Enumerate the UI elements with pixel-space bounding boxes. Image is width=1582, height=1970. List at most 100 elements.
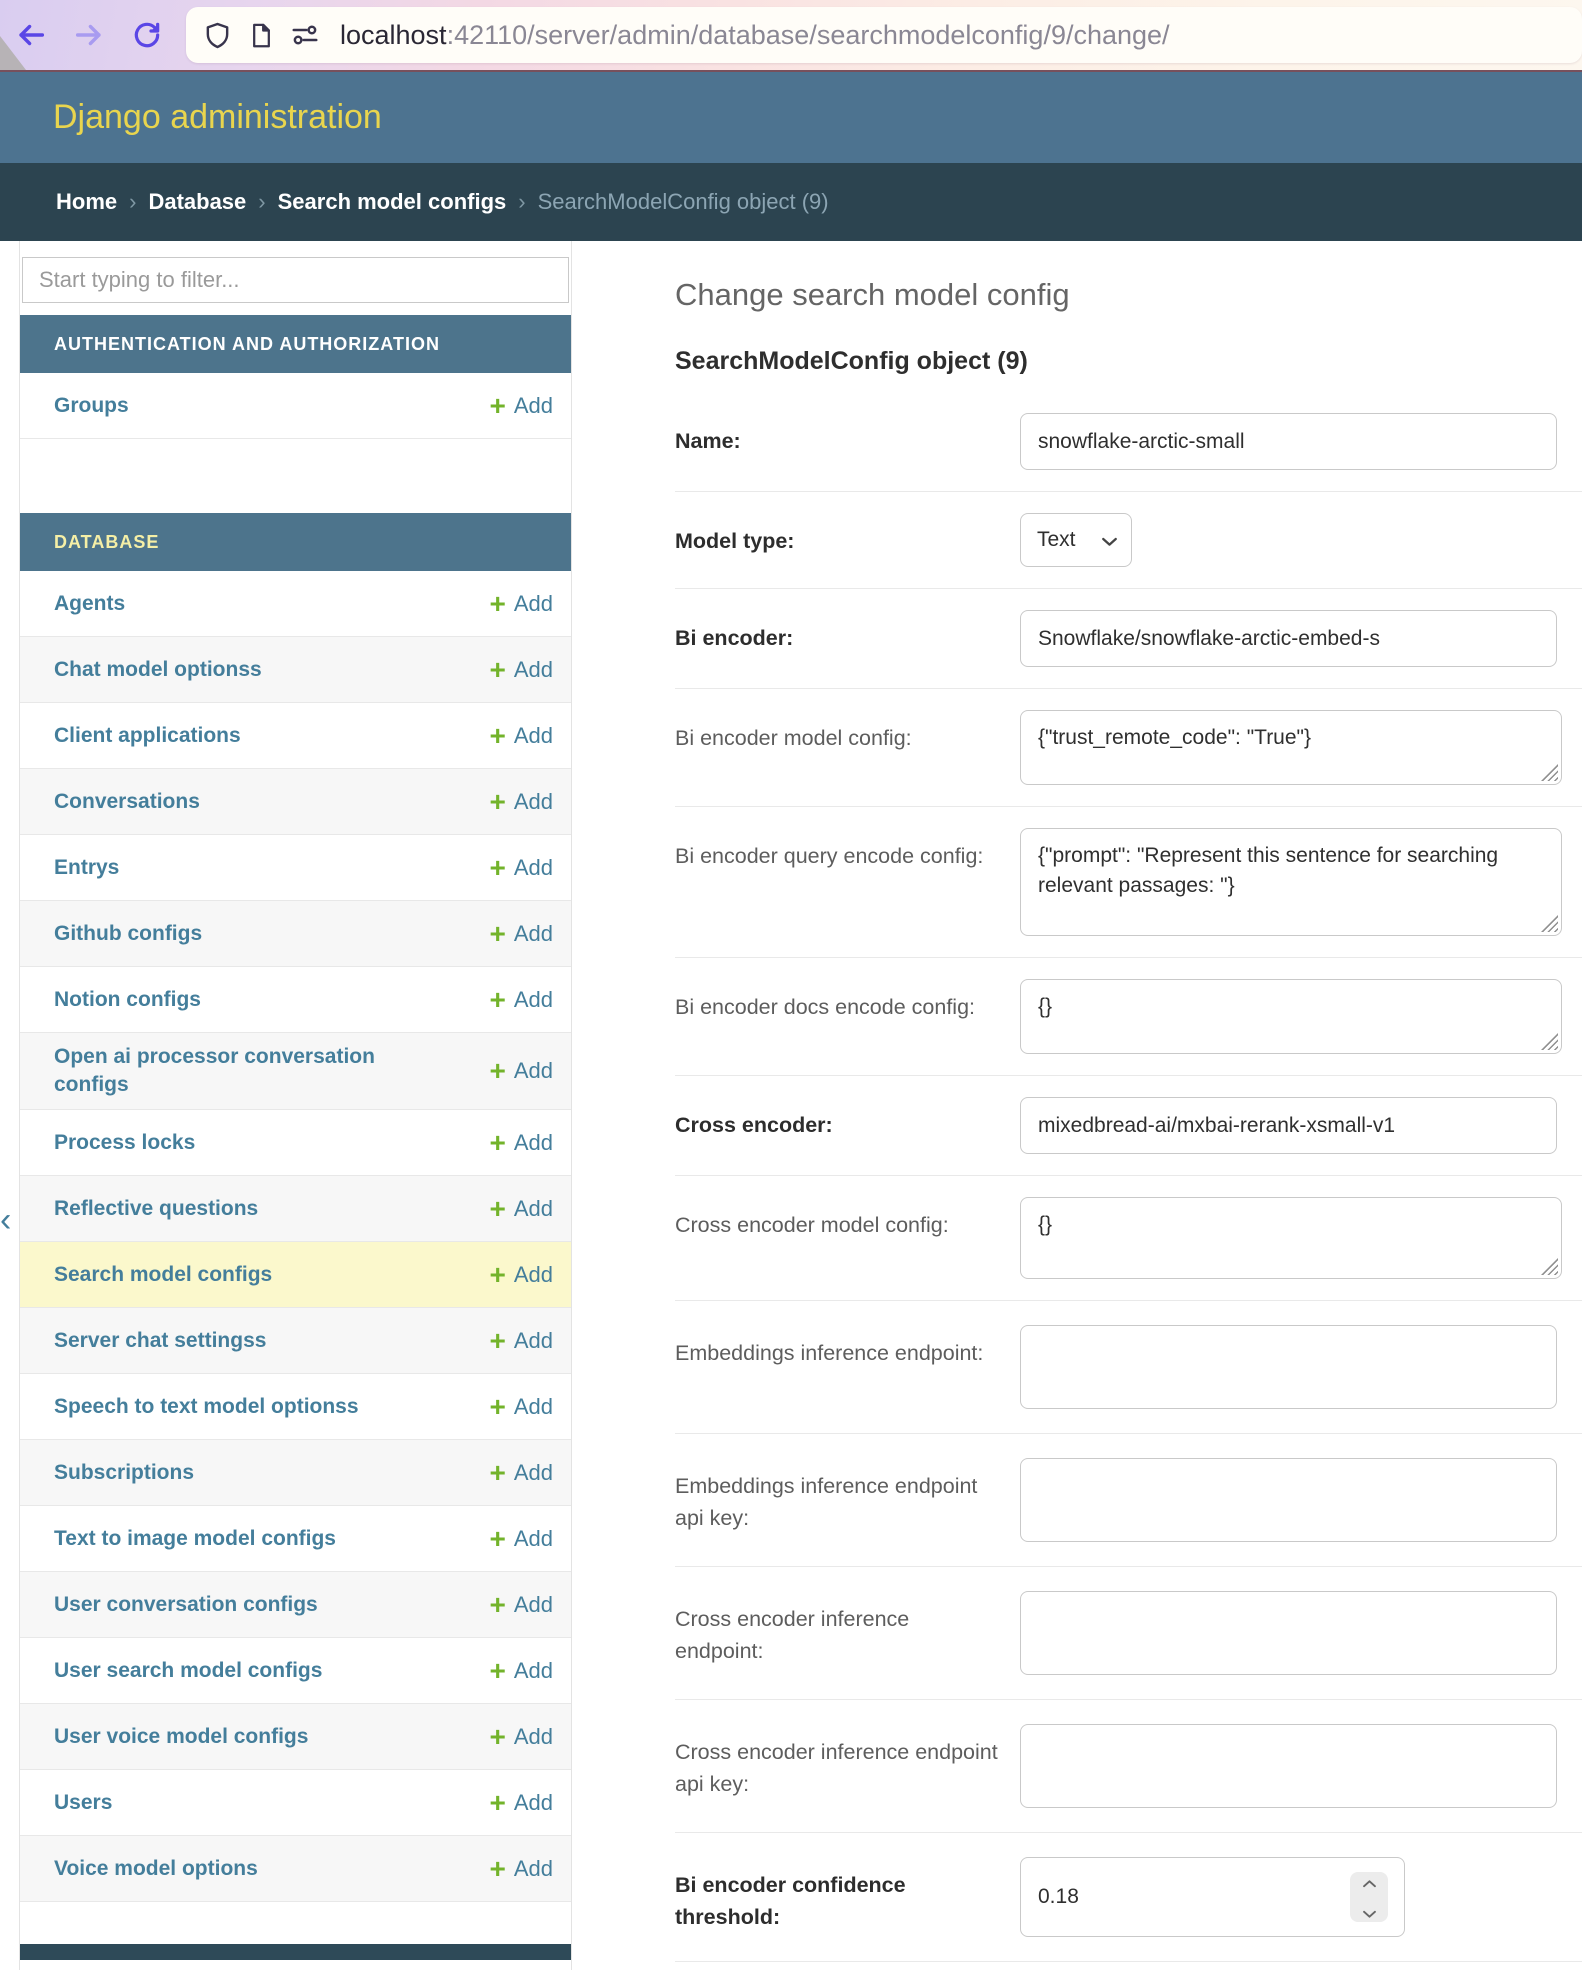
add-link-entrys[interactable]: +Add	[489, 855, 553, 881]
resize-grip-icon[interactable]	[1541, 1033, 1558, 1050]
add-label: Add	[514, 789, 553, 815]
add-link-users[interactable]: +Add	[489, 1790, 553, 1816]
cross-encoder-input[interactable]: mixedbread-ai/mxbai-rerank-xsmall-v1	[1020, 1097, 1557, 1154]
sidebar-filter-input[interactable]	[22, 257, 569, 303]
site-header: Django administration	[0, 72, 1582, 163]
plus-icon: +	[489, 1595, 505, 1615]
sidebar-collapse-toggle[interactable]: ‹	[0, 1203, 20, 1237]
add-link-chat-model-optionss[interactable]: +Add	[489, 657, 553, 683]
permissions-icon[interactable]	[290, 20, 320, 50]
sidebar-item-github-configs[interactable]: Github configs	[54, 920, 202, 948]
sidebar-item-chat-model-optionss[interactable]: Chat model optionss	[54, 656, 262, 684]
sidebar-empty-row	[20, 439, 571, 501]
breadcrumb-separator: ›	[518, 189, 525, 215]
breadcrumb-link-1[interactable]: Database	[148, 189, 246, 215]
add-label: Add	[514, 1526, 553, 1552]
embeddings-inference-endpoint-api-key-input[interactable]	[1020, 1458, 1557, 1542]
forward-button[interactable]	[72, 18, 106, 52]
field-label-bi-encoder-confidence-threshold: Bi encoder confidence threshold:	[675, 1857, 1020, 1933]
sidebar-item-search-model-configs[interactable]: Search model configs	[54, 1261, 272, 1289]
add-label: Add	[514, 1592, 553, 1618]
resize-grip-icon[interactable]	[1541, 1258, 1558, 1275]
sidebar-item-voice-model-options[interactable]: Voice model options	[54, 1855, 258, 1883]
site-brand[interactable]: Django administration	[0, 98, 382, 137]
plus-icon: +	[489, 594, 505, 614]
reload-button[interactable]	[130, 18, 164, 52]
sidebar-item-text-to-image-model-configs[interactable]: Text to image model configs	[54, 1525, 336, 1553]
add-link-server-chat-settingss[interactable]: +Add	[489, 1328, 553, 1354]
plus-icon: +	[489, 1331, 505, 1351]
plus-icon: +	[489, 1397, 505, 1417]
bi-encoder-input[interactable]: Snowflake/snowflake-arctic-embed-s	[1020, 610, 1557, 667]
shield-icon[interactable]	[202, 20, 232, 50]
resize-grip-icon[interactable]	[1541, 764, 1558, 781]
sidebar-item-user-search-model-configs[interactable]: User search model configs	[54, 1657, 322, 1685]
back-button[interactable]	[14, 18, 48, 52]
bi-encoder-model-config-value: {"trust_remote_code": "True"}	[1038, 726, 1311, 749]
sidebar-item-users[interactable]: Users	[54, 1789, 112, 1817]
model-type-select[interactable]: Text	[1020, 513, 1132, 567]
bi-encoder-docs-encode-config-value: {}	[1038, 995, 1052, 1018]
add-link-reflective-questions[interactable]: +Add	[489, 1196, 553, 1222]
add-link-github-configs[interactable]: +Add	[489, 921, 553, 947]
cross-encoder-inference-endpoint-api-key-input[interactable]	[1020, 1724, 1557, 1808]
sidebar-item-conversations[interactable]: Conversations	[54, 788, 200, 816]
page-icon[interactable]	[246, 20, 276, 50]
add-link-groups[interactable]: +Add	[489, 393, 553, 419]
section-caption-authentication-and-authorization[interactable]: AUTHENTICATION AND AUTHORIZATION	[20, 315, 571, 373]
add-label: Add	[514, 855, 553, 881]
field-control-embeddings-inference-endpoint	[1020, 1325, 1557, 1409]
sidebar-item-server-chat-settingss[interactable]: Server chat settingss	[54, 1327, 266, 1355]
embeddings-inference-endpoint-input[interactable]	[1020, 1325, 1557, 1409]
add-link-speech-to-text-model-optionss[interactable]: +Add	[489, 1394, 553, 1420]
sidebar-item-reflective-questions[interactable]: Reflective questions	[54, 1195, 258, 1223]
add-link-search-model-configs[interactable]: +Add	[489, 1262, 553, 1288]
add-link-user-search-model-configs[interactable]: +Add	[489, 1658, 553, 1684]
add-link-open-ai-processor-conversation-configs[interactable]: +Add	[489, 1058, 553, 1084]
number-stepper[interactable]	[1350, 1872, 1388, 1922]
add-link-notion-configs[interactable]: +Add	[489, 987, 553, 1013]
bi-encoder-model-config-textarea[interactable]: {"trust_remote_code": "True"}	[1020, 710, 1562, 785]
add-link-voice-model-options[interactable]: +Add	[489, 1856, 553, 1882]
sidebar-item-entrys[interactable]: Entrys	[54, 854, 119, 882]
sidebar-item-groups[interactable]: Groups	[54, 392, 129, 420]
add-link-agents[interactable]: +Add	[489, 591, 553, 617]
form-row-bi-encoder-query-encode-config: Bi encoder query encode config:{"prompt"…	[675, 807, 1582, 958]
cross-encoder-model-config-textarea[interactable]: {}	[1020, 1197, 1562, 1279]
sidebar-item-notion-configs[interactable]: Notion configs	[54, 986, 201, 1014]
add-link-conversations[interactable]: +Add	[489, 789, 553, 815]
breadcrumb-link-2[interactable]: Search model configs	[278, 189, 507, 215]
bi-encoder-docs-encode-config-textarea[interactable]: {}	[1020, 979, 1562, 1054]
bi-encoder-confidence-threshold-input[interactable]: 0.18	[1020, 1857, 1405, 1937]
form-row-embeddings-inference-endpoint-api-key: Embeddings inference endpoint api key:	[675, 1434, 1582, 1567]
field-label-bi-encoder-query-encode-config: Bi encoder query encode config:	[675, 828, 1020, 872]
field-control-cross-encoder-inference-endpoint-api-key	[1020, 1724, 1557, 1808]
resize-grip-icon[interactable]	[1541, 915, 1558, 932]
sidebar-item-agents[interactable]: Agents	[54, 590, 125, 618]
add-link-subscriptions[interactable]: +Add	[489, 1460, 553, 1486]
sidebar-item-speech-to-text-model-optionss[interactable]: Speech to text model optionss	[54, 1393, 359, 1421]
add-link-user-voice-model-configs[interactable]: +Add	[489, 1724, 553, 1750]
add-link-client-applications[interactable]: +Add	[489, 723, 553, 749]
name-input[interactable]: snowflake-arctic-small	[1020, 413, 1557, 470]
cross-encoder-inference-endpoint-input[interactable]	[1020, 1591, 1557, 1675]
sidebar-item-subscriptions[interactable]: Subscriptions	[54, 1459, 194, 1487]
plus-icon: +	[489, 1661, 505, 1681]
field-label-bi-encoder: Bi encoder:	[675, 610, 1020, 654]
breadcrumb-link-0[interactable]: Home	[56, 189, 117, 215]
bi-encoder-query-encode-config-textarea[interactable]: {"prompt": "Represent this sentence for …	[1020, 828, 1562, 936]
field-control-embeddings-inference-endpoint-api-key	[1020, 1458, 1557, 1542]
url-text: localhost:42110/server/admin/database/se…	[340, 20, 1170, 51]
add-link-user-conversation-configs[interactable]: + Add	[489, 1592, 553, 1618]
sidebar-item-user-voice-model-configs[interactable]: User voice model configs	[54, 1723, 308, 1751]
section-caption-database[interactable]: DATABASE	[20, 513, 571, 571]
url-bar[interactable]: localhost:42110/server/admin/database/se…	[186, 7, 1582, 63]
sidebar-item-user-conversation-configs[interactable]: User conversation configs	[54, 1591, 318, 1619]
sidebar-item-client-applications[interactable]: Client applications	[54, 722, 241, 750]
add-link-process-locks[interactable]: +Add	[489, 1130, 553, 1156]
sidebar-item-process-locks[interactable]: Process locks	[54, 1129, 195, 1157]
breadcrumb: Home›Database›Search model configs›Searc…	[0, 163, 1582, 241]
sidebar-item-open-ai-processor-conversation-configs[interactable]: Open ai processor conversation configs	[54, 1043, 454, 1099]
add-link-text-to-image-model-configs[interactable]: +Add	[489, 1526, 553, 1552]
field-label-name: Name:	[675, 413, 1020, 457]
